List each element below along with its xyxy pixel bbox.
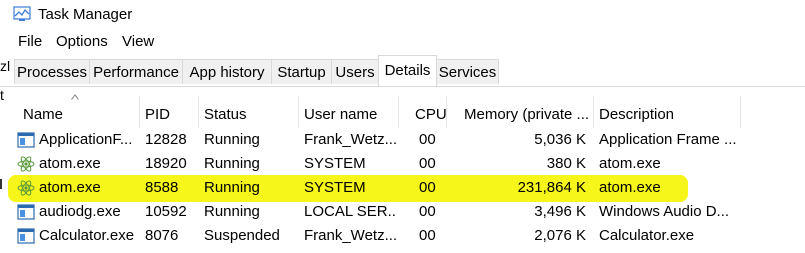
column-header-user-name[interactable]: User name — [304, 106, 377, 123]
table-row[interactable]: ApplicationF... 12828 Running Frank_Wetz… — [0, 128, 805, 152]
cell-cpu: 00 — [419, 203, 436, 220]
menu-file[interactable]: File — [18, 33, 42, 50]
cell-cpu: 00 — [419, 155, 436, 172]
app-frame-icon — [17, 228, 35, 244]
cell-name: atom.exe — [39, 179, 101, 196]
menu-bar: File Options View — [0, 30, 805, 54]
cell-name: Calculator.exe — [39, 227, 135, 244]
column-divider[interactable] — [740, 96, 741, 128]
column-header-status[interactable]: Status — [204, 106, 247, 123]
cell-pid: 12828 — [145, 131, 187, 148]
tab-users[interactable]: Users — [331, 59, 379, 84]
cell-status: Running — [204, 131, 260, 148]
cell-memory: 231,864 K — [517, 179, 586, 196]
details-table: Name PID Status User name CPU Memory (pr… — [0, 94, 805, 253]
app-frame-icon — [17, 204, 35, 220]
cell-memory: 5,036 K — [534, 131, 586, 148]
cell-name: ApplicationF... — [39, 131, 133, 148]
column-header-memory[interactable]: Memory (private ... — [464, 106, 589, 123]
tab-app-history[interactable]: App history — [182, 59, 272, 84]
cell-pid: 8588 — [145, 179, 179, 196]
tab-processes[interactable]: Processes — [14, 59, 90, 84]
cell-pid: 8076 — [145, 227, 179, 244]
cell-status: Suspended — [204, 227, 280, 244]
atom-icon — [17, 156, 35, 172]
table-row[interactable]: Calculator.exe 8076 Suspended Frank_Wetz… — [0, 224, 805, 248]
tab-startup[interactable]: Startup — [271, 59, 332, 84]
tab-details[interactable]: Details — [378, 55, 437, 86]
window-title: Task Manager — [38, 6, 133, 23]
cell-cpu: 00 — [419, 131, 436, 148]
cell-cpu: 00 — [419, 179, 436, 196]
cell-description: Calculator.exe — [599, 227, 695, 244]
column-divider[interactable] — [298, 96, 299, 128]
cell-user: LOCAL SER... — [304, 203, 396, 220]
tab-performance[interactable]: Performance — [89, 59, 183, 84]
column-divider[interactable] — [198, 96, 199, 128]
cell-user: Frank_Wetz... — [304, 131, 396, 148]
cell-user: SYSTEM — [304, 155, 366, 172]
cell-status: Running — [204, 155, 260, 172]
cell-pid: 18920 — [145, 155, 187, 172]
cell-status: Running — [204, 179, 260, 196]
tab-bar: Processes Performance App history Startu… — [0, 54, 805, 87]
column-divider[interactable] — [593, 96, 594, 128]
table-row[interactable]: atom.exe 18920 Running SYSTEM 00 380 K a… — [0, 152, 805, 176]
tab-services[interactable]: Services — [436, 59, 499, 84]
title-bar: Task Manager — [0, 0, 805, 30]
cell-name: atom.exe — [39, 155, 101, 172]
menu-view[interactable]: View — [122, 33, 154, 50]
column-header-pid[interactable]: PID — [145, 106, 170, 123]
cell-user: SYSTEM — [304, 179, 366, 196]
app-frame-icon — [17, 132, 35, 148]
cell-pid: 10592 — [145, 203, 187, 220]
cell-memory: 2,076 K — [534, 227, 586, 244]
column-header-cpu[interactable]: CPU — [415, 106, 447, 123]
cell-description: Application Frame ... — [599, 131, 737, 148]
column-header-name[interactable]: Name — [23, 106, 63, 123]
menu-options[interactable]: Options — [56, 33, 108, 50]
cell-status: Running — [204, 203, 260, 220]
cell-description: atom.exe — [599, 179, 661, 196]
column-header-description[interactable]: Description — [599, 106, 674, 123]
cell-memory: 380 K — [546, 155, 586, 172]
column-divider[interactable] — [446, 96, 447, 128]
cell-name: audiodg.exe — [39, 203, 121, 220]
task-manager-icon — [13, 6, 31, 21]
cell-cpu: 00 — [419, 227, 436, 244]
cell-memory: 3,496 K — [534, 203, 586, 220]
table-row[interactable]: audiodg.exe 10592 Running LOCAL SER... 0… — [0, 200, 805, 224]
cell-description: atom.exe — [599, 155, 661, 172]
left-edge-marker — [0, 179, 2, 189]
column-divider[interactable] — [139, 96, 140, 128]
atom-icon — [17, 180, 35, 196]
cell-description: Windows Audio D... — [599, 203, 730, 220]
table-row-highlighted[interactable]: atom.exe 8588 Running SYSTEM 00 231,864 … — [0, 176, 805, 200]
column-divider[interactable] — [398, 96, 399, 128]
cell-user: Frank_Wetz... — [304, 227, 396, 244]
